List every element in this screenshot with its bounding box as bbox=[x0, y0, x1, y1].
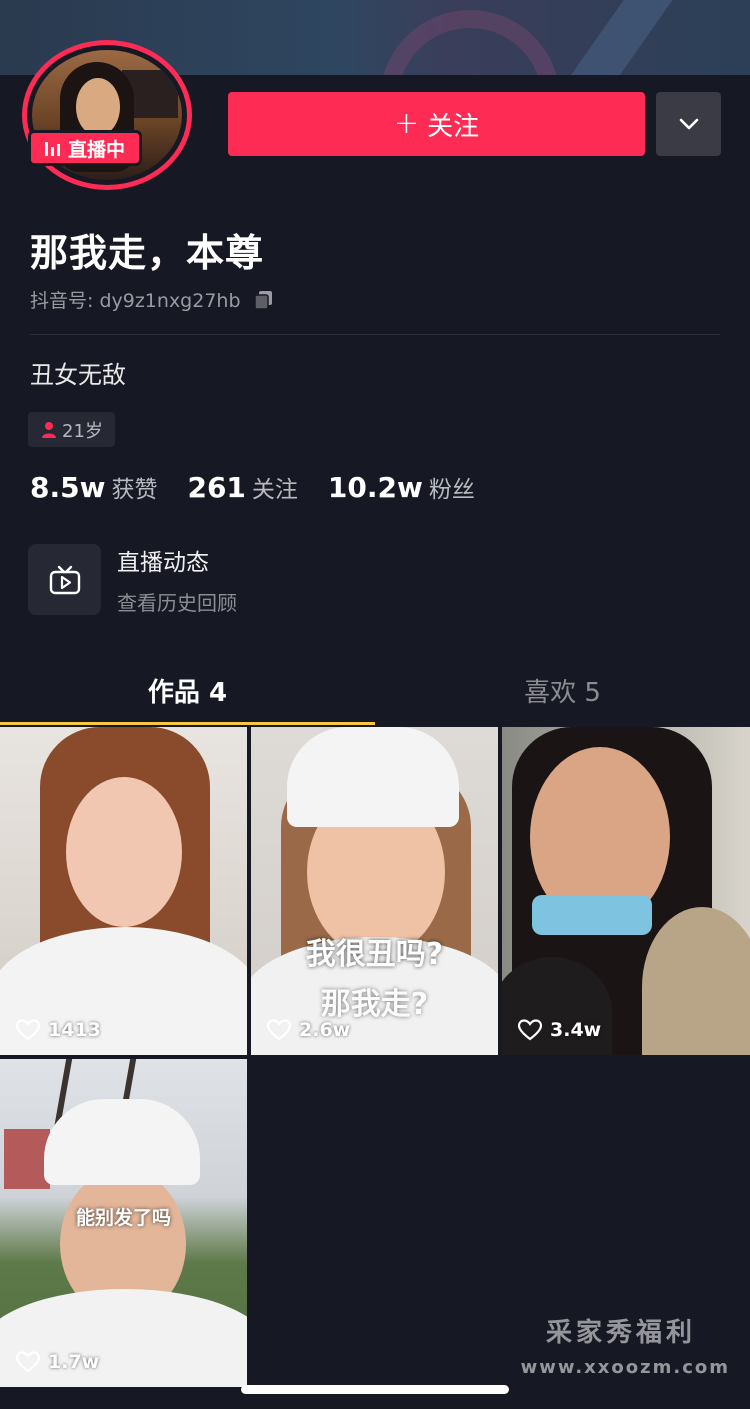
bio: 丑女无敌 bbox=[30, 361, 126, 389]
follow-button[interactable]: + 关注 bbox=[228, 92, 645, 156]
video-thumbnail[interactable]: 3.4w bbox=[502, 727, 750, 1055]
watermark-title: 采家秀福利 bbox=[545, 1318, 696, 1348]
video-thumbnail[interactable]: 1413 bbox=[0, 727, 247, 1055]
heart-icon bbox=[267, 1019, 291, 1041]
stat-value: 8.5w bbox=[30, 471, 106, 504]
video-caption: 能别发了吗 bbox=[75, 1207, 171, 1229]
video-likes-count: 3.4w bbox=[550, 1019, 602, 1041]
heart-icon bbox=[16, 1019, 40, 1041]
video-likes-count: 1.7w bbox=[48, 1351, 100, 1373]
stat-following[interactable]: 261 关注 bbox=[187, 470, 297, 504]
nickname: 那我走，本尊 bbox=[30, 231, 265, 275]
cover-decoration bbox=[380, 10, 560, 75]
video-caption: 我很丑吗? bbox=[305, 937, 444, 972]
live-badge[interactable]: 直播中 bbox=[28, 130, 142, 166]
tv-play-icon bbox=[49, 565, 80, 594]
video-likes: 1.7w bbox=[16, 1351, 99, 1373]
video-likes-count: 2.6w bbox=[299, 1019, 351, 1041]
douyin-id: 抖音号: dy9z1nxg27hb bbox=[30, 286, 275, 313]
live-badge-label: 直播中 bbox=[67, 138, 125, 161]
follow-button-label: 关注 bbox=[427, 111, 480, 142]
heart-icon bbox=[518, 1019, 542, 1041]
cover-decoration bbox=[563, 0, 677, 75]
video-likes: 2.6w bbox=[267, 1019, 350, 1041]
watermark-url: www.xxoozm.com bbox=[520, 1357, 730, 1378]
stats-row: 8.5w 获赞 261 关注 10.2w 粉丝 bbox=[30, 470, 505, 504]
heart-icon bbox=[16, 1351, 40, 1373]
age-tag: 21岁 bbox=[28, 412, 115, 447]
live-history-entry[interactable]: 直播动态 查看历史回顾 bbox=[28, 543, 237, 616]
video-thumbnail[interactable]: 能别发了吗 1.7w bbox=[0, 1059, 247, 1387]
video-likes: 1413 bbox=[16, 1019, 101, 1041]
video-caption: 那我走? bbox=[320, 987, 429, 1022]
content-tabs: 作品 4 喜欢 5 bbox=[0, 655, 750, 725]
video-cover-image bbox=[0, 727, 247, 1055]
home-indicator[interactable] bbox=[241, 1385, 509, 1394]
avatar[interactable] bbox=[22, 40, 192, 190]
video-thumbnail[interactable]: 我很丑吗? 那我走? 2.6w bbox=[251, 727, 498, 1055]
person-icon bbox=[42, 421, 57, 438]
video-likes-count: 1413 bbox=[48, 1019, 101, 1041]
more-button[interactable] bbox=[656, 92, 721, 156]
stat-label: 关注 bbox=[251, 477, 298, 503]
live-history-icon-box bbox=[28, 544, 101, 615]
live-history-subtitle: 查看历史回顾 bbox=[117, 591, 237, 615]
watermark: 采家秀福利 www.xxoozm.com bbox=[521, 1312, 730, 1378]
tab-likes[interactable]: 喜欢 5 bbox=[375, 655, 750, 725]
live-bars-icon bbox=[44, 140, 60, 156]
stat-label: 获赞 bbox=[111, 477, 158, 503]
stat-label: 粉丝 bbox=[428, 477, 475, 503]
video-cover-image bbox=[502, 727, 750, 1055]
divider bbox=[30, 334, 720, 335]
age-tag-label: 21岁 bbox=[62, 420, 103, 442]
stat-value: 10.2w bbox=[327, 471, 423, 504]
stat-likes[interactable]: 8.5w 获赞 bbox=[30, 470, 157, 504]
live-history-text: 直播动态 查看历史回顾 bbox=[117, 543, 237, 616]
live-history-title: 直播动态 bbox=[117, 550, 209, 576]
plus-icon: + bbox=[393, 106, 420, 141]
stat-followers[interactable]: 10.2w 粉丝 bbox=[328, 470, 475, 504]
tab-works[interactable]: 作品 4 bbox=[0, 655, 375, 725]
copy-icon[interactable] bbox=[253, 289, 275, 311]
douyin-id-text: 抖音号: dy9z1nxg27hb bbox=[30, 290, 241, 312]
chevron-down-icon bbox=[679, 118, 698, 130]
stat-value: 261 bbox=[187, 471, 246, 504]
avatar-container[interactable] bbox=[22, 40, 192, 190]
video-likes: 3.4w bbox=[518, 1019, 601, 1041]
